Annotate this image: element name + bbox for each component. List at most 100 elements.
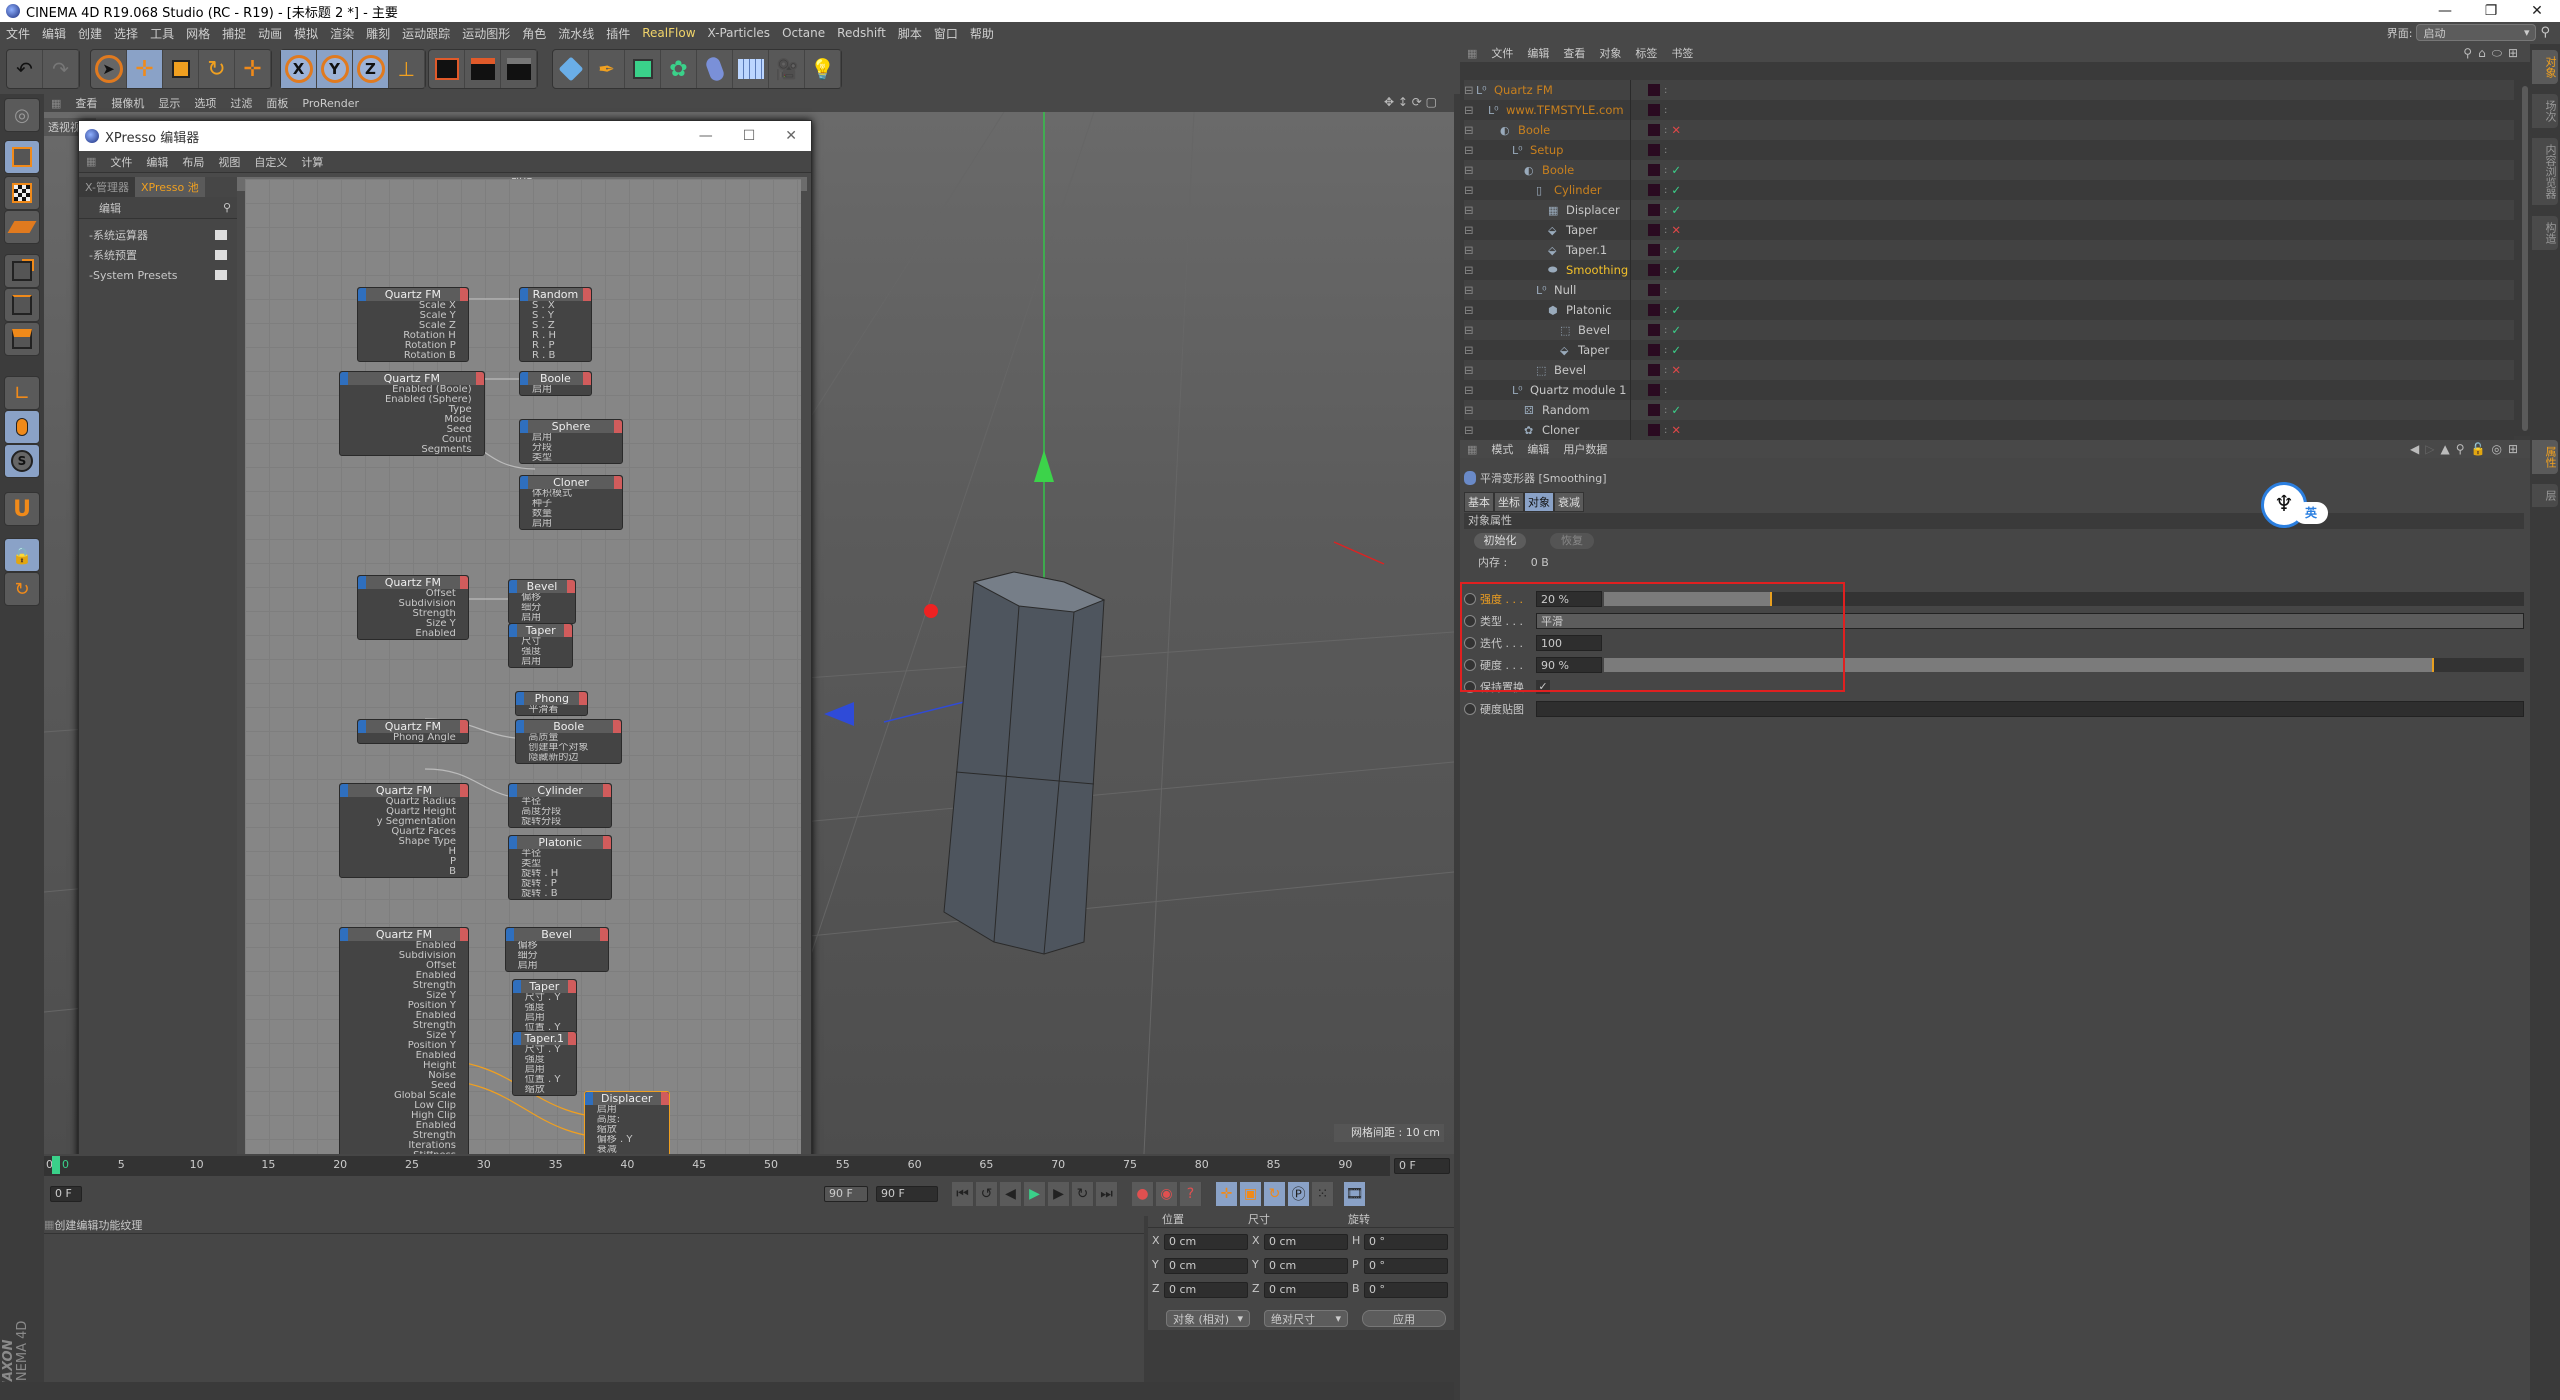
object-row[interactable]: ⊟ ◐ Boole: ✕: [1464, 120, 2514, 140]
cloner-button[interactable]: ✿: [661, 50, 697, 88]
layer-swatch[interactable]: [1648, 144, 1660, 156]
node-port[interactable]: 分段: [520, 443, 622, 453]
timeline-ruler[interactable]: 0 5 10 15 20 25 30 35 40 45 50 55 60 65 70 75 80 85 90: [44, 1156, 1390, 1176]
node-port[interactable]: 启用: [506, 961, 608, 971]
object-row[interactable]: ⊟ ⬚ Bevel: ✕: [1464, 360, 2514, 380]
node-port[interactable]: Enabled: [340, 971, 468, 981]
enabled-check-icon[interactable]: ✓: [1671, 403, 1683, 417]
menu-1[interactable]: 编辑: [36, 25, 72, 42]
workplane-align-button[interactable]: ↻: [4, 572, 40, 606]
menu-0[interactable]: 文件: [0, 25, 36, 42]
material-menu-2[interactable]: 功能: [98, 1217, 120, 1233]
points-mode-button[interactable]: [4, 254, 40, 288]
texture-mode-button[interactable]: [4, 176, 40, 210]
object-row[interactable]: ⊟ ▦ Displacer: ✓: [1464, 200, 2514, 220]
enabled-check-icon[interactable]: ✓: [1671, 343, 1683, 357]
layer-swatch[interactable]: [1648, 124, 1660, 136]
rotate-tool-button[interactable]: ↻: [199, 50, 235, 88]
node-platonic[interactable]: Platonic 半径 类型 旋转 . H 旋转 . P 旋转 . B: [508, 835, 613, 900]
node-taper-1[interactable]: Taper.1 尺寸 . Y 强度 启用 位置 . Y 缩放: [511, 1031, 577, 1096]
node-taper[interactable]: Taper 尺寸 . Y 强度 启用 位置 . Y: [511, 979, 577, 1034]
menu-20[interactable]: 脚本: [892, 25, 928, 42]
timeline-window-button[interactable]: 🎞: [1344, 1182, 1366, 1206]
visibility-dots-icon[interactable]: :: [1664, 405, 1667, 416]
node-port[interactable]: 高质量: [516, 733, 621, 743]
toggle-view-icon[interactable]: ▢: [1426, 95, 1437, 109]
go-to-end-button[interactable]: ⏭: [1096, 1182, 1118, 1206]
key-scale-button[interactable]: ▣: [1240, 1182, 1262, 1206]
node-port[interactable]: Enabled: [340, 1051, 468, 1061]
layer-swatch[interactable]: [1648, 404, 1660, 416]
enabled-check-icon[interactable]: ✓: [1671, 243, 1683, 257]
layer-swatch[interactable]: [1648, 164, 1660, 176]
workplane-mode-button[interactable]: [4, 210, 40, 244]
recent-tool-button[interactable]: ✛: [235, 50, 271, 88]
node-sphere[interactable]: Sphere 启用 分段 类型: [519, 419, 623, 464]
node-port[interactable]: 旋转 . H: [509, 869, 611, 879]
attr-tab-2[interactable]: 对象: [1524, 492, 1554, 512]
animate-key-icon[interactable]: [1464, 703, 1476, 715]
move-tool-button[interactable]: ✛: [127, 50, 163, 88]
visibility-dots-icon[interactable]: :: [1664, 285, 1667, 296]
edges-mode-button[interactable]: [4, 288, 40, 322]
node-port[interactable]: 缩放: [585, 1125, 669, 1135]
node-port[interactable]: 启用: [513, 1013, 576, 1023]
am-menu-1[interactable]: 编辑: [1520, 441, 1556, 457]
node-port[interactable]: 尺寸: [509, 637, 572, 647]
xpresso-menu-3[interactable]: 视图: [211, 154, 247, 170]
object-row[interactable]: ⊟ ⬙ Taper: ✕: [1464, 220, 2514, 240]
node-quartz-fm[interactable]: Quartz FM Phong Angle: [357, 719, 469, 744]
node-port[interactable]: 隐藏新的边: [516, 753, 621, 763]
smoothed-cylinder-mesh[interactable]: [943, 571, 1106, 955]
node-port[interactable]: 种子: [520, 499, 622, 509]
size-field[interactable]: 0 cm: [1264, 1234, 1348, 1250]
node-port[interactable]: 细分: [506, 951, 608, 961]
object-name[interactable]: Platonic: [1566, 303, 1640, 317]
node-port[interactable]: 旋转 . P: [509, 879, 611, 889]
prev-key-button[interactable]: ↺: [976, 1182, 998, 1206]
auto-key-button[interactable]: ◉: [1156, 1182, 1178, 1206]
visibility-dots-icon[interactable]: :: [1664, 245, 1667, 256]
end-frame-field[interactable]: 90 F: [876, 1186, 938, 1202]
viewport-menu-4[interactable]: 过滤: [223, 95, 259, 111]
record-key-button[interactable]: ●: [1132, 1182, 1154, 1206]
attr-tab-1[interactable]: 坐标: [1494, 492, 1524, 512]
deformer-button[interactable]: [697, 50, 733, 88]
node-port[interactable]: Segments: [340, 445, 484, 455]
z-axis-button[interactable]: Z: [353, 50, 389, 88]
node-port[interactable]: Scale X: [358, 301, 468, 311]
node-phong[interactable]: Phong 平滑着: [515, 691, 589, 716]
node-port[interactable]: Quartz Radius: [340, 797, 468, 807]
layer-swatch[interactable]: [1648, 344, 1660, 356]
layer-swatch[interactable]: [1648, 304, 1660, 316]
node-port[interactable]: 启用: [513, 1065, 576, 1075]
magnet-button[interactable]: U: [4, 492, 40, 526]
tab-x-manager[interactable]: X-管理器: [79, 177, 135, 197]
node-port[interactable]: 高度:: [585, 1115, 669, 1125]
node-port[interactable]: Offset: [340, 961, 468, 971]
object-name[interactable]: Cloner: [1542, 423, 1640, 437]
layer-swatch[interactable]: [1648, 384, 1660, 396]
xpresso-close-button[interactable]: ✕: [785, 128, 797, 144]
node-port[interactable]: 高度分段: [509, 807, 611, 817]
object-row[interactable]: ⊟ ⬢ Platonic: ✓: [1464, 300, 2514, 320]
visibility-dots-icon[interactable]: :: [1664, 205, 1667, 216]
side-tab-content-browser[interactable]: 内容浏览器: [2532, 138, 2558, 205]
visibility-dots-icon[interactable]: :: [1664, 345, 1667, 356]
node-random[interactable]: Random S . XS . YS . ZR . HR . PR . B: [519, 287, 592, 362]
node-port[interactable]: Strength: [340, 981, 468, 991]
object-row[interactable]: ⊟ L⁰ Setup:: [1464, 140, 2514, 160]
menu-6[interactable]: 捕捉: [216, 25, 252, 42]
search-icon[interactable]: ⚲: [2540, 25, 2550, 40]
menu-7[interactable]: 动画: [252, 25, 288, 42]
target-icon[interactable]: ◎: [2491, 442, 2501, 456]
object-name[interactable]: Quartz module 1: [1530, 383, 1640, 397]
visibility-dots-icon[interactable]: :: [1664, 365, 1667, 376]
menu-22[interactable]: 帮助: [964, 25, 1000, 42]
node-quartz-fm[interactable]: Quartz FM Enabled (Boole) Enabled (Sphere)…: [339, 371, 485, 456]
node-port[interactable]: Position Y: [340, 1041, 468, 1051]
coordinate-mode-dropdown[interactable]: 对象 (相对) ▾: [1166, 1310, 1250, 1327]
visibility-dots-icon[interactable]: :: [1664, 85, 1667, 96]
node-port[interactable]: Scale Y: [358, 311, 468, 321]
viewport-menu-3[interactable]: 选项: [187, 95, 223, 111]
